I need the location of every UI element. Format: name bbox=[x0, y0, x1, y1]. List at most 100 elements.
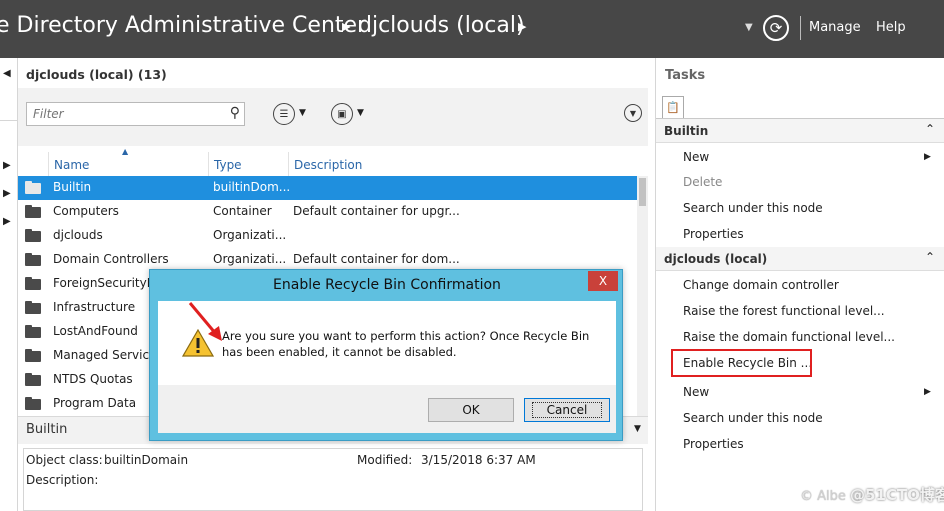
breadcrumb-app[interactable]: e Directory Administrative Center bbox=[0, 13, 366, 38]
chevron-up-icon[interactable]: ⌃ bbox=[925, 122, 935, 136]
menu-manage[interactable]: Manage bbox=[809, 20, 861, 35]
cell-name: djclouds bbox=[53, 228, 103, 242]
breadcrumb-separator-icon: ▶ bbox=[342, 20, 351, 33]
cancel-label: Cancel bbox=[531, 402, 603, 418]
container-folder-icon bbox=[25, 373, 41, 386]
tasks-pane: Tasks 📋 Builtin ⌃ New ▶ Delete Search un… bbox=[655, 58, 944, 511]
submenu-arrow-icon: ▶ bbox=[924, 152, 931, 162]
cell-type: builtinDom... bbox=[213, 180, 291, 194]
cell-name: LostAndFound bbox=[53, 324, 138, 338]
task-change-domain-controller[interactable]: Change domain controller bbox=[683, 278, 839, 292]
menu-help[interactable]: Help bbox=[876, 20, 906, 35]
expand-toolbar-icon[interactable]: ▼ bbox=[624, 104, 642, 122]
dialog-body: Are you sure you want to perform this ac… bbox=[158, 301, 616, 385]
confirmation-dialog: Enable Recycle Bin Confirmation X Are yo… bbox=[149, 269, 623, 441]
section-domain[interactable]: djclouds (local) ⌃ bbox=[656, 247, 944, 271]
column-type[interactable]: Type bbox=[208, 152, 288, 176]
cell-name: ForeignSecurityPri bbox=[53, 276, 162, 290]
infrastructure-icon bbox=[25, 301, 41, 314]
filter-input[interactable] bbox=[27, 103, 217, 125]
container-folder-icon bbox=[25, 181, 41, 194]
save-query-icon[interactable]: ▣ bbox=[331, 103, 353, 125]
task-raise-domain-level[interactable]: Raise the domain functional level... bbox=[683, 330, 895, 344]
task-new[interactable]: New bbox=[683, 385, 709, 399]
container-folder-icon bbox=[25, 397, 41, 410]
save-query-dropdown-icon[interactable]: ▼ bbox=[357, 108, 364, 118]
cell-name: Builtin bbox=[53, 180, 92, 194]
cell-type: Container bbox=[213, 204, 272, 218]
watermark-prefix: © Albe bbox=[800, 489, 846, 504]
task-new[interactable]: New bbox=[683, 150, 709, 164]
task-search-under-node[interactable]: Search under this node bbox=[683, 201, 823, 215]
red-arrow-annotation bbox=[188, 302, 222, 341]
cell-description: Default container for upgr... bbox=[293, 204, 460, 218]
object-class-label: Object class: bbox=[26, 453, 103, 467]
dialog-footer: OK Cancel bbox=[158, 385, 616, 433]
cell-type: Organizati... bbox=[213, 228, 287, 242]
highlight-annotation bbox=[671, 349, 812, 377]
watermark-brand: @51CTO博客 bbox=[850, 486, 944, 504]
view-options-icon[interactable]: ☰ bbox=[273, 103, 295, 125]
task-raise-forest-level[interactable]: Raise the forest functional level... bbox=[683, 304, 885, 318]
nav-divider bbox=[0, 120, 18, 121]
table-row[interactable]: Computers Container Default container fo… bbox=[18, 200, 637, 224]
details-title: Builtin bbox=[26, 422, 68, 437]
search-icon[interactable]: ⚲ bbox=[230, 105, 240, 121]
tasks-title: Tasks bbox=[665, 68, 706, 83]
column-description[interactable]: Description bbox=[288, 152, 448, 176]
filter-box: ⚲ bbox=[26, 102, 245, 126]
dialog-title: Enable Recycle Bin Confirmation bbox=[273, 277, 501, 293]
container-folder-icon bbox=[25, 325, 41, 338]
cell-name: Domain Controllers bbox=[53, 252, 169, 266]
modified-label: Modified: bbox=[357, 453, 413, 467]
cell-description: Default container for dom... bbox=[293, 252, 460, 266]
column-header-row: ▲ Name Type Description bbox=[18, 146, 648, 176]
ok-label: OK bbox=[462, 403, 480, 417]
section-title: Builtin bbox=[664, 124, 709, 138]
submenu-arrow-icon: ▶ bbox=[924, 387, 931, 397]
cancel-button[interactable]: Cancel bbox=[524, 398, 610, 422]
list-scrollbar[interactable] bbox=[637, 176, 648, 416]
title-bar: e Directory Administrative Center ▶ djcl… bbox=[0, 0, 944, 58]
cell-name: NTDS Quotas bbox=[53, 372, 133, 386]
table-row[interactable]: djclouds Organizati... bbox=[18, 224, 637, 248]
task-delete[interactable]: Delete bbox=[683, 175, 722, 189]
chevron-down-icon[interactable]: ▼ bbox=[634, 424, 641, 434]
description-label: Description: bbox=[26, 473, 99, 487]
title-divider bbox=[800, 16, 801, 40]
nav-expand-icon[interactable]: ▶ bbox=[3, 216, 11, 227]
details-panel: Object class: builtinDomain Modified: 3/… bbox=[23, 448, 643, 511]
task-properties[interactable]: Properties bbox=[683, 227, 744, 241]
column-name[interactable]: Name bbox=[48, 152, 208, 176]
container-folder-icon bbox=[25, 349, 41, 362]
object-class-value: builtinDomain bbox=[104, 453, 189, 467]
ou-folder-icon bbox=[25, 253, 41, 266]
dialog-message: Are you sure you want to perform this ac… bbox=[222, 329, 590, 359]
nav-expand-icon[interactable]: ▶ bbox=[3, 160, 11, 171]
refresh-icon[interactable]: ⟳ bbox=[763, 15, 789, 41]
collapse-nav-icon[interactable]: ◀ bbox=[3, 68, 11, 79]
breadcrumb-domain[interactable]: djclouds (local) bbox=[358, 13, 525, 38]
table-row[interactable]: Builtin builtinDom... bbox=[18, 176, 637, 200]
nav-expand-icon[interactable]: ▶ bbox=[3, 188, 11, 199]
watermark: © Albe @51CTO博客 2018 bbox=[800, 484, 944, 505]
task-properties[interactable]: Properties bbox=[683, 437, 744, 451]
container-folder-icon bbox=[25, 205, 41, 218]
view-options-dropdown-icon[interactable]: ▼ bbox=[299, 108, 306, 118]
cell-type: Organizati... bbox=[213, 252, 287, 266]
modified-value: 3/15/2018 6:37 AM bbox=[421, 453, 536, 467]
scrollbar-thumb[interactable] bbox=[639, 178, 646, 206]
history-dropdown-icon[interactable]: ▼ bbox=[745, 22, 753, 33]
breadcrumb-expand-icon[interactable]: ▶ bbox=[518, 20, 526, 33]
list-toolbar: ⚲ ☰ ▼ ▣ ▼ ▼ bbox=[18, 88, 648, 146]
cell-name: Program Data bbox=[53, 396, 137, 410]
clipboard-icon[interactable]: 📋 bbox=[662, 96, 684, 118]
chevron-up-icon[interactable]: ⌃ bbox=[925, 250, 935, 264]
cell-name: Computers bbox=[53, 204, 119, 218]
container-folder-icon bbox=[25, 277, 41, 290]
task-search-under-node[interactable]: Search under this node bbox=[683, 411, 823, 425]
section-builtin[interactable]: Builtin ⌃ bbox=[656, 119, 944, 143]
ok-button[interactable]: OK bbox=[428, 398, 514, 422]
ou-folder-icon bbox=[25, 229, 41, 242]
close-icon[interactable]: X bbox=[588, 271, 618, 291]
